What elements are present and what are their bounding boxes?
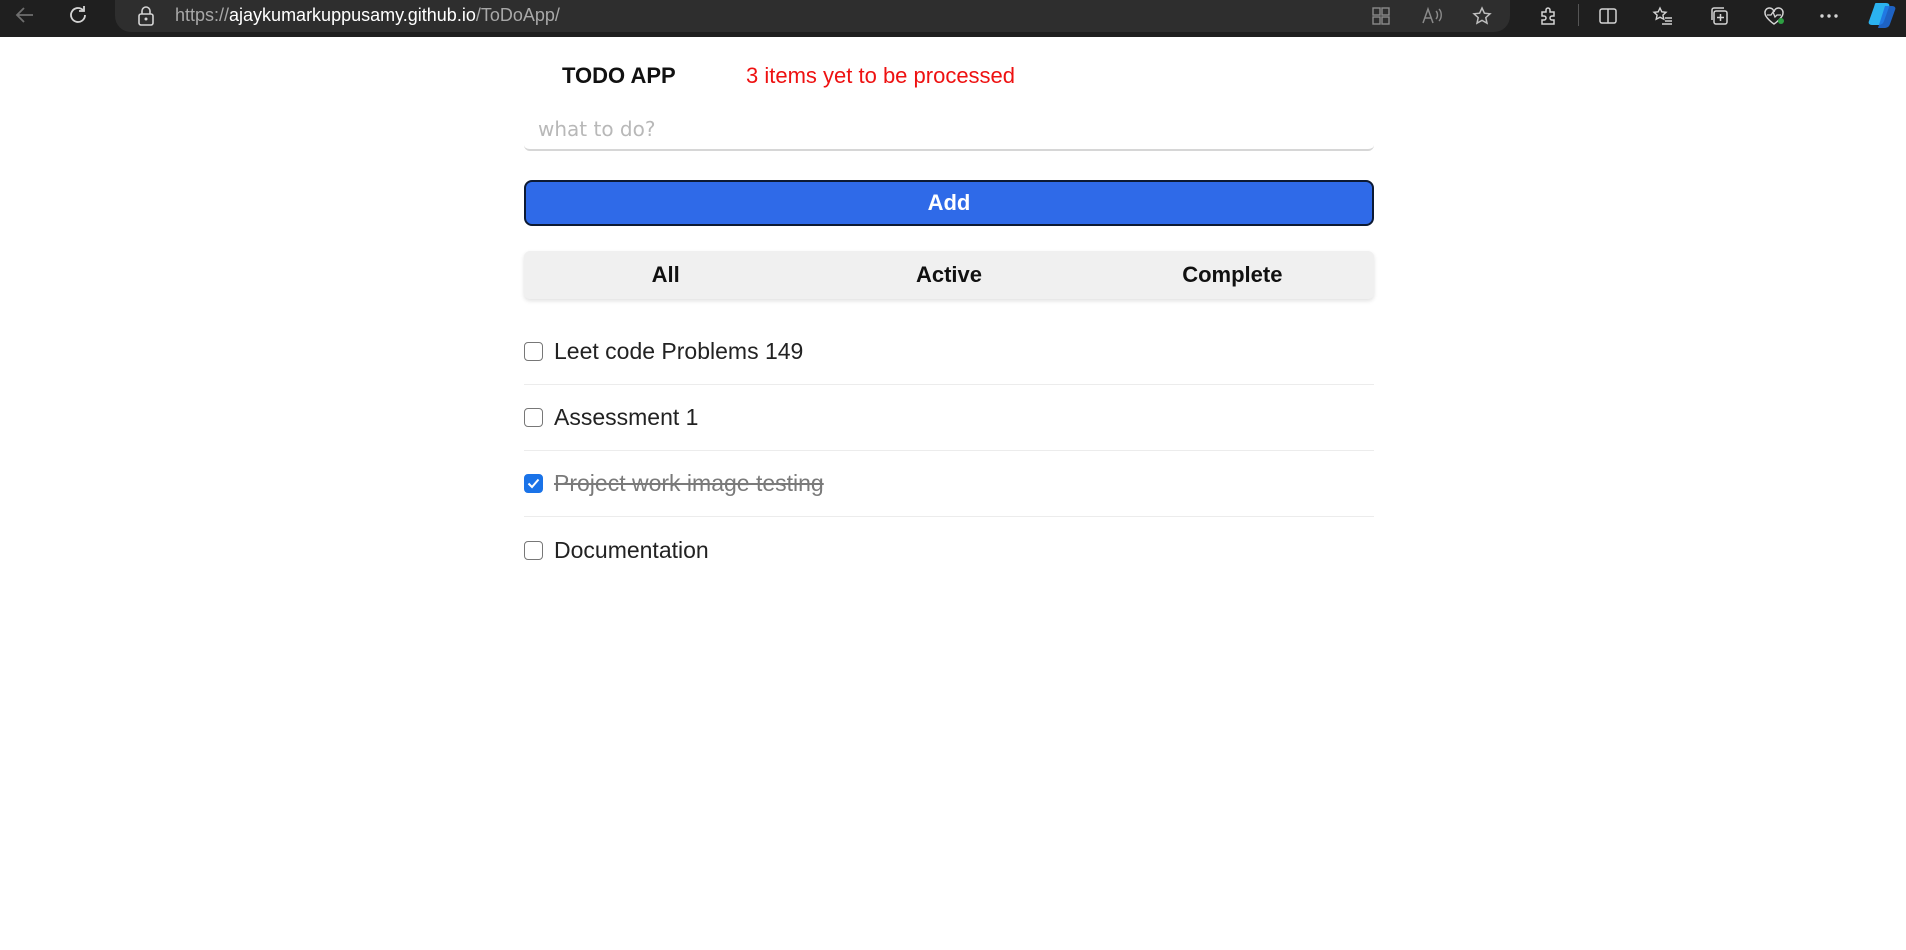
filter-tab-complete[interactable]: Complete: [1091, 251, 1374, 299]
filter-tab-active[interactable]: Active: [807, 251, 1090, 299]
filter-tabs: All Active Complete: [524, 251, 1374, 299]
lock-icon[interactable]: [137, 6, 155, 26]
refresh-icon[interactable]: [58, 0, 98, 30]
read-aloud-icon[interactable]: [1419, 3, 1445, 29]
todo-text: Leet code Problems 149: [554, 338, 804, 364]
pending-count-text: 3 items yet to be processed: [746, 63, 1016, 88]
app-title: TODO APP: [562, 63, 676, 88]
app-grid-icon[interactable]: [1368, 3, 1394, 29]
url-scheme: https://: [175, 5, 230, 25]
todo-checkbox[interactable]: [524, 342, 543, 361]
checkmark-icon: [527, 478, 540, 489]
todo-checkbox[interactable]: [524, 540, 543, 560]
todo-text: Documentation: [554, 536, 709, 563]
todo-list: Leet code Problems 149 Assessment 1 Proj…: [524, 319, 1374, 583]
split-screen-icon[interactable]: [1593, 2, 1623, 30]
todo-item: Assessment 1: [524, 385, 1374, 451]
collections-icon[interactable]: [1704, 2, 1734, 30]
favorites-list-icon[interactable]: [1648, 2, 1678, 30]
add-button[interactable]: Add: [524, 180, 1374, 226]
address-bar[interactable]: https://ajaykumarkuppusamy.github.io/ToD…: [115, 0, 1510, 32]
url-host: ajaykumarkuppusamy.github.io: [229, 5, 476, 25]
todo-item: Leet code Problems 149: [524, 319, 1374, 385]
star-icon[interactable]: [1469, 3, 1495, 29]
app-header: TODO APP 3 items yet to be processed: [524, 37, 1374, 110]
url-text[interactable]: https://ajaykumarkuppusamy.github.io/ToD…: [175, 5, 560, 26]
copilot-icon[interactable]: [1866, 0, 1898, 30]
todo-app: TODO APP 3 items yet to be processed Add…: [524, 37, 1374, 563]
todo-text: Assessment 1: [554, 404, 699, 430]
todo-text: Project work image testing: [554, 470, 824, 496]
page-content: TODO APP 3 items yet to be processed Add…: [0, 37, 1906, 950]
puzzle-icon[interactable]: [1533, 2, 1563, 30]
more-icon[interactable]: [1814, 2, 1844, 30]
browser-essentials-icon[interactable]: [1759, 2, 1789, 30]
todo-checkbox[interactable]: [524, 474, 543, 493]
back-arrow-icon[interactable]: [5, 0, 45, 30]
browser-toolbar: https://ajaykumarkuppusamy.github.io/ToD…: [0, 0, 1906, 37]
todo-checkbox[interactable]: [524, 408, 543, 427]
toolbar-divider: [1578, 4, 1579, 26]
url-path: /ToDoApp/: [475, 5, 560, 25]
filter-tab-all[interactable]: All: [524, 251, 807, 299]
todo-item: Documentation: [524, 517, 1374, 583]
todo-input[interactable]: [524, 108, 1374, 151]
todo-item: Project work image testing: [524, 451, 1374, 517]
